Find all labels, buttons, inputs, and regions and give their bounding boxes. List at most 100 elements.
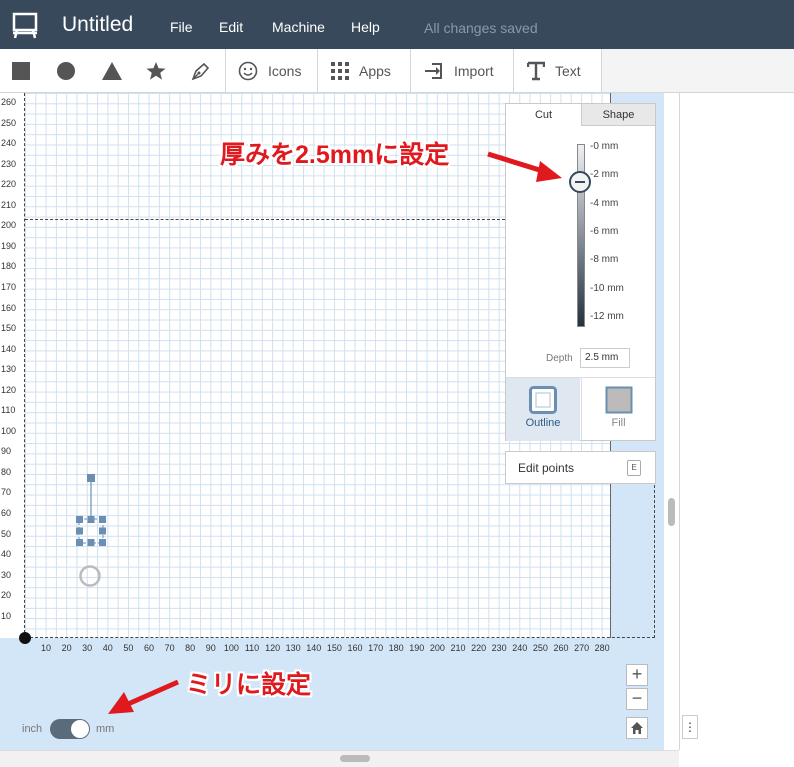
save-status: All changes saved <box>424 20 538 36</box>
easel-logo-icon[interactable] <box>11 11 39 39</box>
x-ruler-label: 90 <box>205 643 216 653</box>
smiley-icon <box>238 61 258 80</box>
pen-tool-button[interactable] <box>190 49 212 92</box>
menu-machine[interactable]: Machine <box>272 19 325 35</box>
x-ruler-label: 80 <box>185 643 196 653</box>
text-button[interactable]: Text <box>527 49 581 92</box>
x-ruler-label: 280 <box>594 643 610 653</box>
menu-edit[interactable]: Edit <box>219 19 243 35</box>
icons-label: Icons <box>268 62 302 79</box>
x-ruler-label: 140 <box>306 643 322 653</box>
y-ruler-label: 30 <box>1 569 12 580</box>
edit-points-label: Edit points <box>518 461 575 475</box>
x-ruler-label: 210 <box>450 643 466 653</box>
menu-help[interactable]: Help <box>351 19 380 35</box>
annotation-mm: ミリに設定 <box>186 671 312 699</box>
unit-inch-label: inch <box>22 723 43 735</box>
y-ruler-label: 100 <box>1 425 17 436</box>
y-ruler-label: 180 <box>1 261 17 272</box>
depth-tick: -0 mm <box>590 141 619 152</box>
icons-button[interactable]: Icons <box>238 49 301 92</box>
annotation-arrow-icon <box>108 679 180 714</box>
x-ruler-label: 50 <box>123 643 134 653</box>
material-left-boundary <box>24 93 25 638</box>
x-ruler-label: 120 <box>265 643 281 653</box>
import-button[interactable]: Import <box>424 49 494 92</box>
x-ruler-label: 130 <box>285 643 301 653</box>
top-bar: Untitled File Edit Machine Help All chan… <box>0 0 794 49</box>
horizontal-scrollbar[interactable] <box>340 755 370 762</box>
menu-file[interactable]: File <box>170 19 193 35</box>
circle-icon <box>57 61 75 80</box>
tab-cut[interactable]: Cut <box>506 104 581 126</box>
y-ruler-label: 160 <box>1 302 17 313</box>
outline-label: Outline <box>525 417 561 429</box>
y-ruler-label: 260 <box>1 97 17 107</box>
circle-tool-button[interactable] <box>56 49 76 92</box>
home-button[interactable] <box>626 717 648 739</box>
triangle-tool-button[interactable] <box>101 49 123 92</box>
edit-points-button[interactable]: Edit points E <box>505 451 656 484</box>
y-ruler-label: 110 <box>1 405 16 416</box>
depth-label: Depth <box>546 353 573 364</box>
annotation-thickness: 厚みを2.5mmに設定 <box>220 141 450 169</box>
y-ruler-label: 70 <box>1 487 12 498</box>
resize-handle <box>87 539 95 546</box>
y-ruler-label: 60 <box>1 508 12 518</box>
x-ruler-label: 170 <box>368 643 384 653</box>
vertical-scrollbar[interactable] <box>668 498 675 526</box>
depth-tick: -6 mm <box>590 226 619 237</box>
outline-option[interactable]: Outline <box>506 378 580 441</box>
selected-object[interactable] <box>72 470 112 550</box>
y-ruler-label: 130 <box>1 364 17 375</box>
x-ruler-label: 60 <box>143 643 154 653</box>
y-ruler-label: 220 <box>1 179 17 190</box>
x-ruler-label: 220 <box>471 643 487 653</box>
apps-label: Apps <box>359 62 391 79</box>
x-ruler-label: 20 <box>61 643 72 653</box>
resize-handle <box>99 516 106 523</box>
star-icon <box>146 61 166 80</box>
x-ruler-label: 30 <box>82 643 93 653</box>
unit-mm-label: mm <box>96 723 115 735</box>
bit-position-indicator <box>79 565 101 587</box>
apps-button[interactable]: Apps <box>331 49 391 92</box>
home-icon <box>631 722 643 734</box>
x-ruler-label: 190 <box>409 643 425 653</box>
unit-toggle[interactable] <box>50 719 90 739</box>
resize-handle <box>87 516 95 523</box>
text-t-icon <box>527 61 545 80</box>
app-window: Untitled File Edit Machine Help All chan… <box>0 0 794 767</box>
zoom-out-button[interactable]: − <box>626 688 648 710</box>
x-ruler-label: 260 <box>553 643 569 653</box>
x-ruler-label: 10 <box>40 643 51 653</box>
resize-handle <box>76 539 83 546</box>
grid-apps-icon <box>331 61 349 80</box>
y-ruler-label: 80 <box>1 466 12 477</box>
square-tool-button[interactable] <box>11 49 31 92</box>
triangle-icon <box>102 61 122 80</box>
x-ruler-label: 240 <box>512 643 528 653</box>
depth-tick: -12 mm <box>590 311 624 322</box>
document-title[interactable]: Untitled <box>62 13 133 37</box>
material-top-boundary <box>25 219 505 220</box>
toolbar-empty-area <box>601 49 794 93</box>
y-ruler-label: 150 <box>1 323 17 334</box>
y-ruler-label: 190 <box>1 240 17 251</box>
fill-style-icon <box>605 386 632 414</box>
resize-handle <box>99 527 106 535</box>
shortcut-badge: E <box>627 460 641 476</box>
y-ruler-label: 10 <box>1 610 12 621</box>
tab-shape[interactable]: Shape <box>581 104 655 126</box>
material-right-boundary <box>654 480 655 638</box>
depth-input[interactable]: 2.5 mm <box>580 348 630 368</box>
star-tool-button[interactable] <box>146 49 166 92</box>
import-icon <box>425 62 442 79</box>
cut-style-row: ◀ Outline Fill <box>506 377 655 441</box>
y-ruler-label: 20 <box>1 590 12 601</box>
zoom-in-button[interactable]: + <box>626 664 648 686</box>
origin-point <box>19 632 31 644</box>
shape-toolbar: Icons Apps Import Text <box>0 49 601 93</box>
fill-option[interactable]: Fill <box>581 378 655 441</box>
more-options-icon[interactable]: ⋮ <box>682 715 698 739</box>
